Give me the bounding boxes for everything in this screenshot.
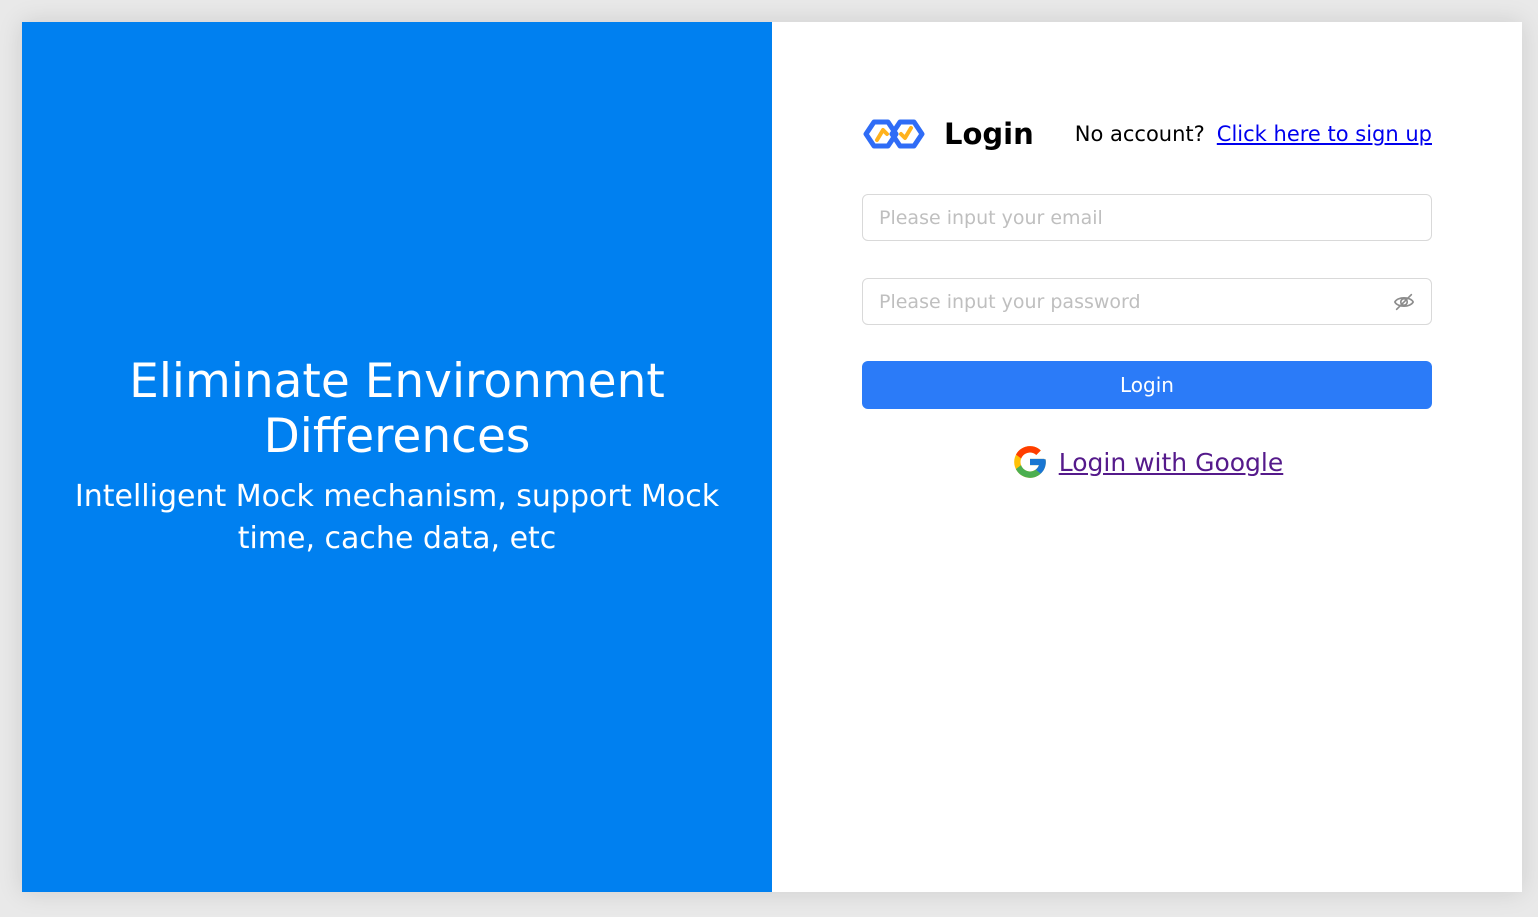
login-page: Eliminate Environment Differences Intell… <box>22 22 1522 892</box>
password-input[interactable] <box>863 279 1431 324</box>
app-logo-icon <box>863 119 925 149</box>
login-header: Login No account? Click here to sign up <box>862 112 1432 156</box>
eye-slash-icon[interactable] <box>1393 291 1415 313</box>
google-login-link[interactable]: Login with Google <box>1059 448 1284 477</box>
password-field-wrapper <box>862 278 1432 325</box>
login-form: Login No account? Click here to sign up … <box>862 112 1432 481</box>
signup-prompt: No account? Click here to sign up <box>1075 122 1432 146</box>
signup-link[interactable]: Click here to sign up <box>1217 122 1432 146</box>
no-account-text: No account? <box>1074 122 1205 146</box>
hero-subtitle: Intelligent Mock mechanism, support Mock… <box>74 479 720 556</box>
email-field-wrapper <box>862 194 1432 241</box>
email-input[interactable] <box>863 195 1431 240</box>
login-title: Login <box>944 117 1034 151</box>
hero-panel: Eliminate Environment Differences Intell… <box>22 22 772 892</box>
login-panel: Login No account? Click here to sign up … <box>772 22 1522 892</box>
google-icon <box>1013 446 1046 478</box>
google-login[interactable]: Login with Google <box>862 443 1432 481</box>
hero-title: Eliminate Environment Differences <box>129 354 665 464</box>
login-button[interactable]: Login <box>862 361 1432 409</box>
